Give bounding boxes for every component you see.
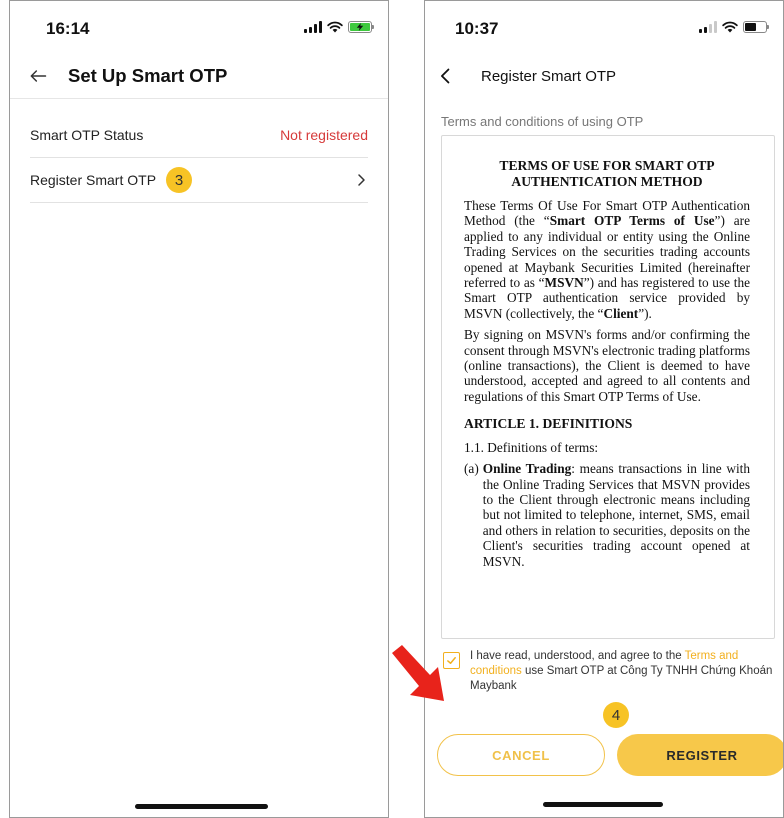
back-arrow-icon[interactable] (26, 64, 50, 88)
status-value: Not registered (280, 127, 368, 143)
terms-title-line: AUTHENTICATION METHOD (511, 174, 703, 189)
step-badge: 3 (166, 167, 193, 193)
smart-otp-status-row: Smart OTP Status Not registered (30, 113, 368, 158)
status-time: 10:37 (455, 19, 499, 38)
nav-bar: Set Up Smart OTP (10, 56, 388, 96)
status-icons (304, 21, 374, 33)
wifi-icon (327, 21, 343, 33)
terms-paragraph: By signing on MSVN's forms and/or confir… (464, 327, 750, 404)
page-title: Register Smart OTP (481, 67, 617, 85)
status-time: 16:14 (46, 19, 90, 38)
terms-title-line: TERMS OF USE FOR SMART OTP (499, 158, 715, 173)
signal-icon (699, 21, 717, 33)
definition-item: (a) Online Trading: means transactions i… (464, 461, 750, 569)
home-indicator (135, 804, 268, 809)
signal-icon (304, 21, 322, 33)
definition-text: Online Trading: means transactions in li… (482, 461, 750, 569)
row-label: Smart OTP Status (30, 127, 144, 143)
section-label: Terms and conditions of using OTP (441, 114, 644, 129)
left-phone-screen: 16:14 Set Up Smart OTP Smart OTP Status … (9, 0, 389, 818)
terms-document[interactable]: TERMS OF USE FOR SMART OTP AUTHENTICATIO… (441, 135, 775, 639)
divider (10, 98, 388, 99)
step-badge: 4 (603, 702, 629, 728)
status-bar: 16:14 (10, 1, 388, 53)
back-chevron-icon[interactable] (435, 65, 457, 87)
chevron-right-icon (358, 174, 365, 186)
home-indicator (543, 802, 663, 807)
terms-paragraph: These Terms Of Use For Smart OTP Authent… (464, 198, 750, 321)
red-arrow-icon (392, 645, 444, 701)
battery-charging-icon (348, 21, 374, 33)
wifi-icon (722, 21, 738, 33)
status-bar: 10:37 (425, 1, 783, 53)
definition-marker: (a) (464, 461, 479, 477)
nav-bar: Register Smart OTP (425, 56, 783, 96)
definitions-intro: 1.1. Definitions of terms: (464, 439, 599, 455)
register-button[interactable]: REGISTER (617, 734, 783, 776)
right-phone-screen: 10:37 Register Smart OTP Terms and condi… (424, 0, 784, 818)
register-smart-otp-row[interactable]: Register Smart OTP 3 (30, 158, 368, 203)
agree-text: I have read, understood, and agree to th… (470, 650, 773, 692)
row-label: Register Smart OTP (30, 172, 157, 188)
page-title: Set Up Smart OTP (68, 65, 228, 86)
battery-icon (743, 21, 769, 33)
terms-title: TERMS OF USE FOR SMART OTP AUTHENTICATIO… (464, 158, 750, 190)
status-icons (699, 21, 769, 33)
agree-terms-row[interactable]: I have read, understood, and agree to th… (443, 649, 773, 694)
cancel-button[interactable]: CANCEL (437, 734, 605, 776)
article-heading: ARTICLE 1. DEFINITIONS (464, 416, 633, 432)
